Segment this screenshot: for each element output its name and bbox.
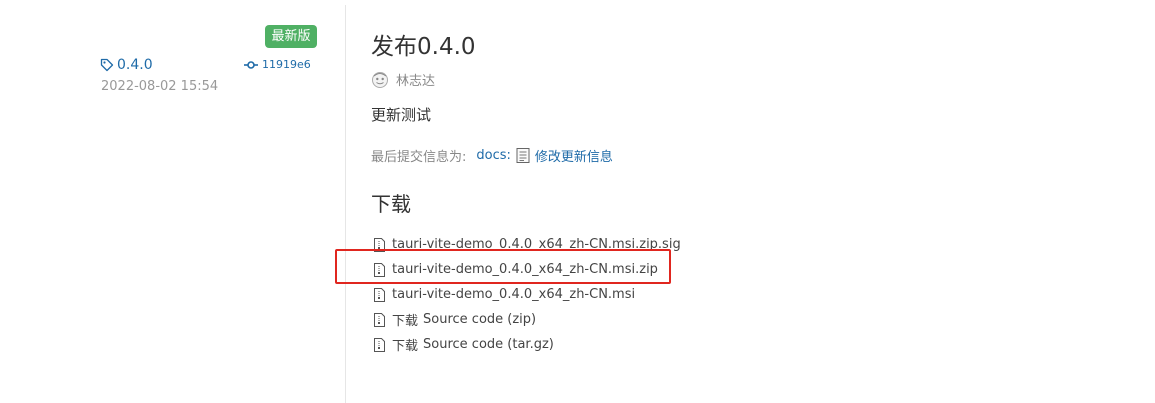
column-divider	[345, 5, 346, 403]
download-item[interactable]: tauri-vite-demo_0.4.0_x64_zh-CN.msi	[371, 282, 681, 307]
file-zip-icon	[374, 287, 385, 302]
file-zip-icon	[374, 337, 385, 352]
last-commit-message[interactable]: 修改更新信息	[535, 146, 613, 165]
tag-label: 0.4.0	[117, 57, 153, 73]
release-title[interactable]: 发布0.4.0	[371, 27, 476, 61]
downloads-heading: 下载	[371, 192, 411, 216]
last-commit-type[interactable]: docs:	[476, 148, 511, 163]
commit-link[interactable]: 11919e6	[244, 58, 311, 71]
tag-icon	[100, 58, 114, 72]
latest-badge: 最新版	[265, 25, 317, 48]
download-item[interactable]: 下载 Source code (zip)	[371, 307, 681, 332]
download-item-name: Source code (tar.gz)	[423, 337, 554, 352]
download-item-prefix: 下载	[392, 339, 419, 354]
release-author[interactable]: 林志达	[371, 70, 435, 89]
release-content: 发布0.4.0 林志达 更新测试 最后提交信息为: docs: 修改更新信息 下…	[371, 0, 1131, 403]
download-item[interactable]: 下载 Source code (tar.gz)	[371, 332, 681, 357]
file-zip-icon	[374, 312, 385, 327]
release-sidebar: 最新版 0.4.0 11919e6 2022-08-02 15:54	[0, 0, 345, 403]
last-commit-info: 最后提交信息为: docs: 修改更新信息	[371, 146, 613, 165]
download-item-name: Source code (zip)	[423, 312, 537, 327]
release-description: 更新测试	[371, 106, 432, 124]
download-item-name: tauri-vite-demo_0.4.0_x64_zh-CN.msi	[392, 287, 636, 302]
download-item-prefix: 下载	[392, 314, 419, 329]
release-date: 2022-08-02 15:54	[101, 79, 219, 94]
memo-icon	[516, 148, 530, 163]
tag-link[interactable]: 0.4.0	[100, 55, 153, 75]
last-commit-label: 最后提交信息为:	[371, 150, 467, 165]
highlight-annotation	[335, 249, 671, 284]
avatar-icon	[372, 71, 388, 88]
commit-hash: 11919e6	[262, 58, 311, 71]
author-name: 林志达	[396, 74, 436, 89]
commit-icon	[244, 60, 258, 69]
